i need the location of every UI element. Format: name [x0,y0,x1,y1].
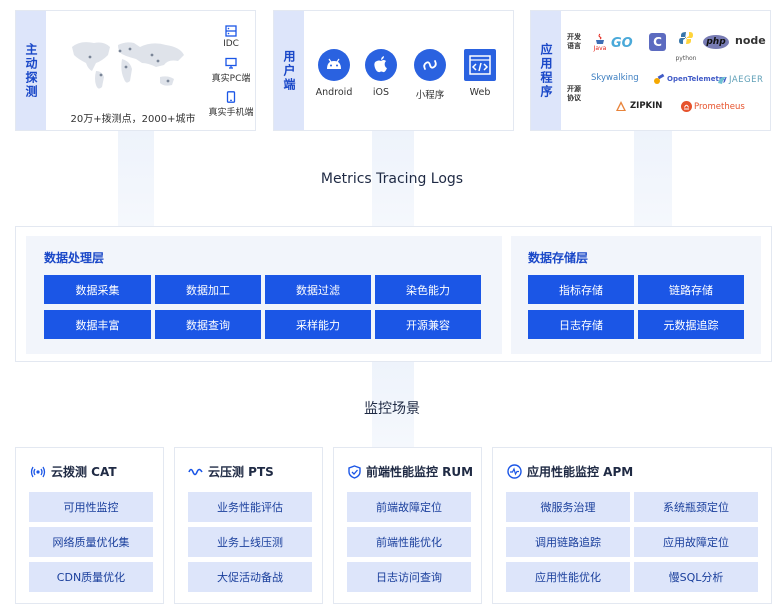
probe-item-mobile: 真实手机端 [190,91,272,118]
world-map-icon [72,42,184,89]
telescope-icon [654,73,665,84]
scene-pts-item: 业务上线压测 [188,527,312,557]
scene-pts-title: 云压测 PTS [188,463,274,480]
client-web: Web [450,49,510,98]
probe-label: 主动探测 [16,11,46,130]
zipkin-logo: ZIPKIN [615,100,662,112]
scene-rum-title: 前端性能监控 RUM [348,463,473,480]
user-client-label: 用户端 [274,11,304,130]
server-icon [225,25,237,37]
skywalking-logo: Skywalking [591,73,639,83]
storage-item: 链路存储 [638,275,744,304]
monitor-icon [225,57,237,69]
python-snake-icon [679,32,693,44]
processing-item: 数据过滤 [265,275,371,304]
scene-apm-item: 应用故障定位 [634,527,758,557]
opentelemetry-logo: OpenTelemetry [653,73,727,85]
scenes-caption: 监控场景 [364,401,420,417]
storage-item: 元数据追踪 [638,310,744,339]
processing-item: 开源兼容 [375,310,481,339]
scene-rum-item: 前端故障定位 [347,492,471,522]
application-panel: 应用程序 开发语言 开源协议 Java GO C python php node… [530,10,771,131]
scene-pts-item: 业务性能评估 [188,492,312,522]
processing-layer-title: 数据处理层 [44,251,105,265]
scene-rum-item: 日志访问查询 [347,562,471,592]
node-logo: node [735,34,766,47]
php-logo: php [703,35,729,49]
probe-item-idc: IDC [190,25,272,49]
probe-panel: 主动探测 20万+拨测点，2000+城市 IDC 真实PC端 真实手机端 [15,10,256,131]
probe-item-pc: 真实PC端 [190,57,272,84]
jaeger-logo: JAEGER [717,75,763,85]
jaeger-icon [718,76,726,84]
prometheus-icon [681,101,692,112]
apple-icon [365,49,397,81]
wave-icon [188,468,203,475]
scene-cat-item: CDN质量优化 [29,562,153,592]
scene-apm-item: 系统瓶颈定位 [634,492,758,522]
scene-apm-item: 微服务治理 [506,492,630,522]
python-logo: python [675,31,697,64]
processing-item: 采样能力 [265,310,371,339]
scene-apm-item: 应用性能优化 [506,562,630,592]
android-icon [318,49,350,81]
scene-rum-item: 前端性能优化 [347,527,471,557]
phone-icon [226,91,236,103]
signal-icon [30,466,46,477]
scene-apm-title: 应用性能监控 APM [507,463,633,480]
scene-apm-item: 调用链路追踪 [506,527,630,557]
metrics-caption: Metrics Tracing Logs [320,171,464,187]
java-logo: Java [593,33,607,52]
java-cup-icon [596,33,604,44]
scene-cat-item: 可用性监控 [29,492,153,522]
prometheus-logo: Prometheus [681,101,745,112]
scene-cat-item: 网络质量优化集 [29,527,153,557]
application-label: 应用程序 [531,11,561,130]
go-logo: GO [611,36,633,51]
scene-apm-item: 慢SQL分析 [634,562,758,592]
dev-lang-label: 开发语言 [567,33,581,50]
storage-layer-title: 数据存储层 [528,251,589,265]
processing-item: 数据加工 [155,275,261,304]
scene-pts-item: 大促活动备战 [188,562,312,592]
pulse-icon [507,464,522,479]
scene-cat-title: 云拨测 CAT [30,463,117,480]
c-logo: C [649,33,666,51]
web-code-icon [464,49,496,81]
open-source-label: 开源协议 [567,85,581,102]
processing-item: 数据查询 [155,310,261,339]
user-client-panel: 用户端 Android iOS 小程序 Web [273,10,514,131]
processing-item: 数据丰富 [44,310,151,339]
probe-stats: 20万+拨测点，2000+城市 [70,114,196,125]
processing-item: 染色能力 [375,275,481,304]
shield-icon [348,464,361,479]
zipkin-icon [616,101,626,111]
storage-item: 指标存储 [528,275,634,304]
processing-item: 数据采集 [44,275,151,304]
storage-item: 日志存储 [528,310,634,339]
miniprogram-icon [414,49,446,81]
